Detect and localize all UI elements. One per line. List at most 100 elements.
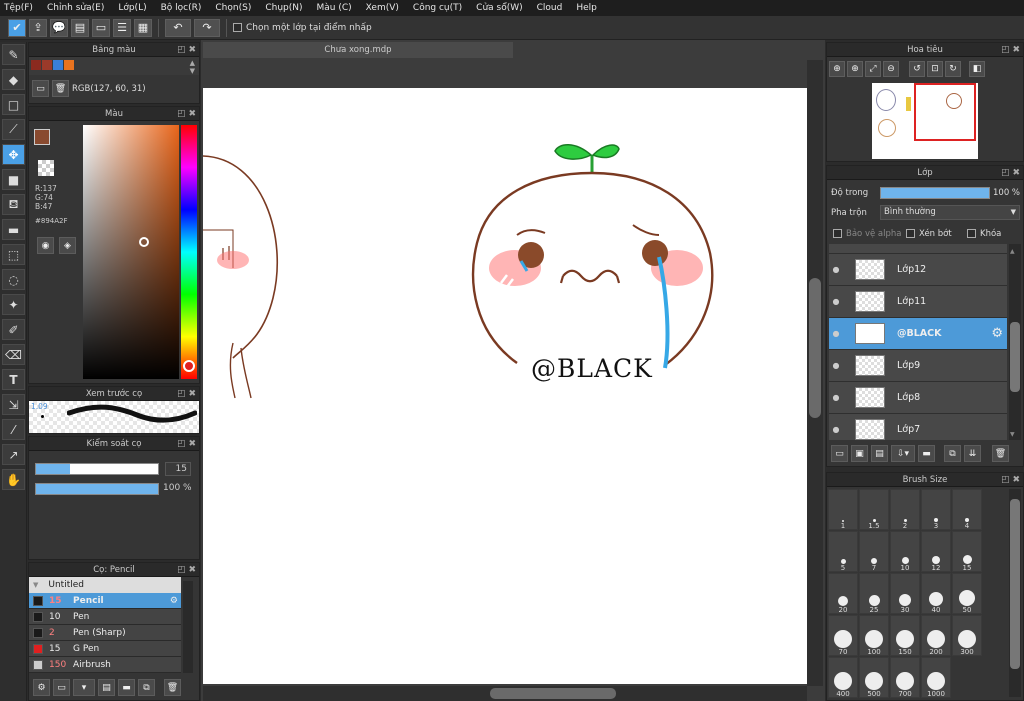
layer-item[interactable]: ● Lớp11: [829, 286, 1007, 318]
blend-mode-select[interactable]: Bình thường ▼: [880, 205, 1020, 220]
new-swatch-icon[interactable]: ▭: [32, 80, 49, 97]
text-tool-icon[interactable]: T: [2, 369, 25, 390]
brush-size-item[interactable]: 7: [859, 531, 889, 572]
layer-folder-icon[interactable]: ▬: [918, 445, 935, 462]
layer-item[interactable]: ● Lớp9: [829, 350, 1007, 382]
copy-brush-icon[interactable]: ▤: [98, 679, 115, 696]
menu-item-8[interactable]: Công cụ(T): [413, 3, 462, 13]
brush-size-item[interactable]: 4: [952, 489, 982, 530]
duplicate-brush-icon[interactable]: ⧉: [138, 679, 155, 696]
layer-item[interactable]: ● Lớp7: [829, 414, 1007, 440]
brush-gear-icon[interactable]: ⚙: [170, 596, 178, 606]
select-rect-icon[interactable]: ⬚: [2, 244, 25, 265]
color-wheel-icon[interactable]: ◉: [37, 237, 54, 254]
brush-size-item[interactable]: 100: [859, 615, 889, 656]
hue-slider[interactable]: [181, 125, 197, 379]
brush-size-item[interactable]: 1000: [921, 657, 951, 698]
pipette-icon[interactable]: ↗: [2, 444, 25, 465]
new-brush-icon[interactable]: ▭: [53, 679, 70, 696]
delete-swatch-icon[interactable]: 🗑: [52, 80, 69, 97]
visibility-icon[interactable]: ●: [829, 297, 843, 306]
eyedropper-icon[interactable]: ⁄: [2, 419, 25, 440]
duplicate-layer-icon[interactable]: ⧉: [944, 445, 961, 462]
bucket-tool-icon[interactable]: ⛾: [2, 194, 25, 215]
menu-item-6[interactable]: Màu (C): [317, 3, 352, 13]
rotate-right-icon[interactable]: ↻: [945, 61, 961, 77]
clip-checkbox[interactable]: [906, 229, 915, 238]
color-picker-cursor[interactable]: [139, 237, 149, 247]
menu-item-1[interactable]: Chỉnh sửa(E): [47, 3, 104, 13]
export-icon[interactable]: ⇪: [29, 18, 47, 37]
grid-icon[interactable]: ▦: [134, 18, 152, 37]
navigator-viewport[interactable]: [914, 83, 976, 141]
menu-item-0[interactable]: Tệp(F): [4, 3, 33, 13]
brush-size-item[interactable]: 30: [890, 573, 920, 614]
brush-size-item[interactable]: 15: [952, 531, 982, 572]
zoom-actual-icon[interactable]: ⊕: [829, 61, 845, 77]
brush-size-item[interactable]: 400: [828, 657, 858, 698]
layer-scroll-thumb[interactable]: [1010, 322, 1020, 392]
check-icon[interactable]: ✔: [8, 18, 26, 37]
transparent-color[interactable]: [38, 160, 54, 176]
fit-screen-icon[interactable]: ⤢: [865, 61, 881, 77]
fill-rect-tool-icon[interactable]: ■: [2, 169, 25, 190]
brush-size-scrollbar[interactable]: [1009, 489, 1021, 697]
move-tool-icon[interactable]: ✥: [2, 144, 25, 165]
brush-size-item[interactable]: 150: [890, 615, 920, 656]
brush-size-item[interactable]: 1.5: [859, 489, 889, 530]
brush-size-value[interactable]: 15: [165, 462, 191, 476]
hand-tool-icon[interactable]: ✋: [2, 469, 25, 490]
brush-opacity-slider[interactable]: [35, 483, 159, 495]
reset-view-icon[interactable]: ⊡: [927, 61, 943, 77]
brush-list-scrollbar[interactable]: [183, 581, 193, 673]
layer-item[interactable]: ● @BLACK ⚙: [829, 318, 1007, 350]
lock-checkbox[interactable]: [967, 229, 976, 238]
new-layer-icon[interactable]: ▭: [831, 445, 848, 462]
select-layer-checkbox[interactable]: [233, 23, 242, 32]
layer-opacity-slider[interactable]: [880, 187, 990, 199]
horizontal-scrollbar[interactable]: [203, 686, 807, 701]
flip-icon[interactable]: ◧: [969, 61, 985, 77]
comment-icon[interactable]: ▤: [71, 18, 89, 37]
undo-icon[interactable]: ↶: [165, 18, 191, 37]
menu-item-10[interactable]: Cloud: [537, 3, 563, 13]
brush-size-item[interactable]: 12: [921, 531, 951, 572]
zoom-out-icon[interactable]: ⊖: [883, 61, 899, 77]
divide-tool-icon[interactable]: ⇲: [2, 394, 25, 415]
palette-swatch[interactable]: [64, 60, 74, 70]
brush-size-slider[interactable]: [35, 463, 159, 475]
vertical-scrollbar[interactable]: [807, 60, 823, 686]
eraser-tool-icon[interactable]: ◆: [2, 69, 25, 90]
list-icon[interactable]: ☰: [113, 18, 131, 37]
select-eraser-icon[interactable]: ⌫: [2, 344, 25, 365]
foreground-color[interactable]: [34, 129, 50, 145]
rotate-left-icon[interactable]: ↺: [909, 61, 925, 77]
brush-size-item[interactable]: 25: [859, 573, 889, 614]
brush-item[interactable]: 15 G Pen: [29, 641, 181, 657]
brush-folder-icon[interactable]: ▬: [118, 679, 135, 696]
brush-size-scroll-thumb[interactable]: [1010, 499, 1020, 669]
palette-swatch[interactable]: [31, 60, 41, 70]
brush-item[interactable]: 10 Pen: [29, 609, 181, 625]
add-layer-menu-icon[interactable]: ⇩▾: [891, 445, 915, 462]
brush-menu-icon[interactable]: ▾: [73, 679, 95, 696]
redo-icon[interactable]: ↷: [194, 18, 220, 37]
brush-size-item[interactable]: 200: [921, 615, 951, 656]
delete-layer-icon[interactable]: 🗑: [992, 445, 1009, 462]
protect-alpha-checkbox[interactable]: [833, 229, 842, 238]
brush-size-item[interactable]: 300: [952, 615, 982, 656]
menu-item-11[interactable]: Help: [576, 3, 597, 13]
layer-item[interactable]: ● Lớp8: [829, 382, 1007, 414]
visibility-icon[interactable]: ●: [829, 361, 843, 370]
visibility-icon[interactable]: ●: [829, 425, 843, 434]
select-pen-icon[interactable]: ✐: [2, 319, 25, 340]
document-tab[interactable]: Chưa xong.mdp: [203, 42, 513, 58]
rectangle-tool-icon[interactable]: □: [2, 94, 25, 115]
brush-group-header[interactable]: ▼ Untitled: [29, 577, 181, 593]
brush-size-item[interactable]: 5: [828, 531, 858, 572]
layer-gear-icon[interactable]: ⚙: [991, 326, 1003, 341]
brush-size-item[interactable]: 2: [890, 489, 920, 530]
brush-item[interactable]: 2 Pen (Sharp): [29, 625, 181, 641]
brush-settings-icon[interactable]: ⚙: [33, 679, 50, 696]
hue-slider-handle[interactable]: [183, 360, 195, 372]
